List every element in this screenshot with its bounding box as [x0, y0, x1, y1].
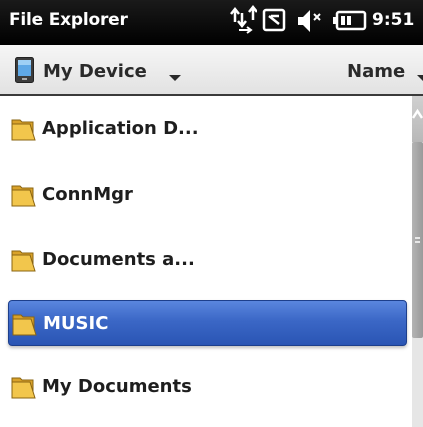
vertical-scrollbar[interactable]	[411, 96, 423, 427]
scroll-up-button[interactable]	[411, 96, 423, 142]
chevron-up-icon	[411, 108, 423, 119]
clock-time: 9:51	[372, 10, 415, 30]
folder-icon	[12, 314, 37, 336]
title-bar: File Explorer 9:51	[0, 0, 423, 45]
list-item[interactable]: My Documents	[8, 364, 407, 410]
list-item[interactable]: Application D...	[8, 106, 407, 152]
volume-icon[interactable]	[296, 0, 322, 45]
sort-dropdown[interactable]: Name	[347, 61, 405, 82]
list-item-label: MUSIC	[43, 313, 109, 334]
list-item-selected[interactable]: MUSIC	[8, 300, 407, 346]
chevron-down-icon[interactable]	[169, 75, 181, 81]
list-item-label: My Documents	[42, 376, 192, 397]
file-list: Application D... ConnMgr Documents a... …	[0, 96, 412, 427]
list-item[interactable]: ConnMgr	[8, 172, 407, 218]
battery-icon[interactable]	[332, 0, 368, 45]
list-item[interactable]: Documents a...	[8, 237, 407, 283]
app-title: File Explorer	[9, 10, 128, 30]
scroll-grip	[415, 237, 420, 243]
scroll-thumb[interactable]	[412, 142, 423, 338]
list-item-label: Documents a...	[42, 249, 195, 270]
device-icon[interactable]	[15, 57, 34, 83]
list-item-label: ConnMgr	[42, 184, 133, 205]
phone-missed-icon[interactable]	[260, 0, 288, 45]
folder-icon	[11, 250, 36, 272]
folder-icon	[11, 185, 36, 207]
connectivity-icon[interactable]	[229, 0, 257, 45]
location-dropdown[interactable]: My Device	[43, 61, 147, 82]
folder-icon	[11, 119, 36, 141]
list-item-label: Application D...	[42, 118, 199, 139]
location-header: My Device Name	[0, 45, 423, 96]
chevron-down-icon[interactable]	[417, 75, 423, 81]
folder-icon	[11, 377, 36, 399]
